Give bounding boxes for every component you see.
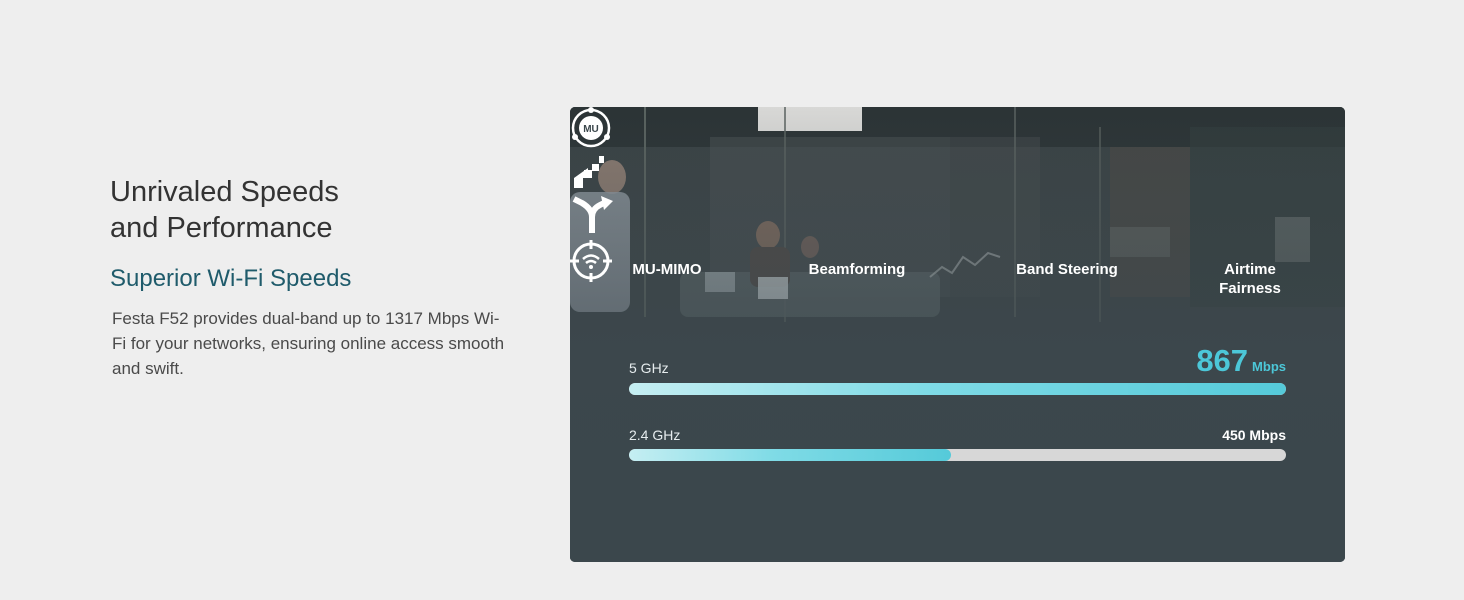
headline: Unrivaled Speeds and Performance [110, 174, 530, 246]
mu-mimo-icon-text: MU [583, 124, 599, 135]
progress-track-5ghz [629, 383, 1286, 395]
beamforming-icon [574, 156, 604, 188]
feature-label-band-steering: Band Steering [1016, 261, 1118, 278]
feature-label-airtime-line2: Fairness [1219, 280, 1281, 297]
feature-label-airtime-fairness: Airtime Fairness [1170, 260, 1330, 298]
feature-label-beamforming: Beamforming [808, 261, 906, 278]
feature-row: MU MU-MIMO Beamforming Band Steering Air… [570, 107, 1345, 307]
speed-5ghz-value: 867 [1196, 343, 1249, 378]
speed-5ghz: 867 Mbps [1196, 343, 1286, 379]
band-label-24ghz: 2.4 GHz [629, 427, 681, 443]
band-label-5ghz: 5 GHz [629, 360, 669, 376]
feature-mu-mimo: MU MU-MIMO [570, 107, 1345, 278]
speed-24ghz: 450 Mbps [1222, 427, 1286, 443]
intro-section: Unrivaled Speeds and Performance Superio… [110, 174, 530, 381]
speed-5ghz-unit: Mbps [1252, 359, 1286, 374]
speed-card: MU MU-MIMO Beamforming Band Steering Air… [570, 107, 1345, 562]
subheading: Superior Wi-Fi Speeds [110, 265, 352, 292]
band-steering-icon [572, 196, 613, 233]
feature-label-airtime-line1: Airtime [1224, 261, 1276, 278]
progress-fill-5ghz [629, 383, 1286, 395]
feature-band-steering: Band Steering [570, 195, 1345, 278]
feature-label-mu-mimo: MU-MIMO [632, 261, 702, 278]
progress-fill-24ghz [629, 449, 951, 461]
feature-beamforming: Beamforming [570, 154, 1345, 278]
headline-line1: Unrivaled Speeds [110, 176, 339, 208]
mu-mimo-icon: MU [571, 107, 611, 148]
description: Festa F52 provides dual-band up to 1317 … [112, 309, 505, 378]
headline-line2: and Performance [110, 212, 333, 244]
progress-track-24ghz [629, 449, 1286, 461]
